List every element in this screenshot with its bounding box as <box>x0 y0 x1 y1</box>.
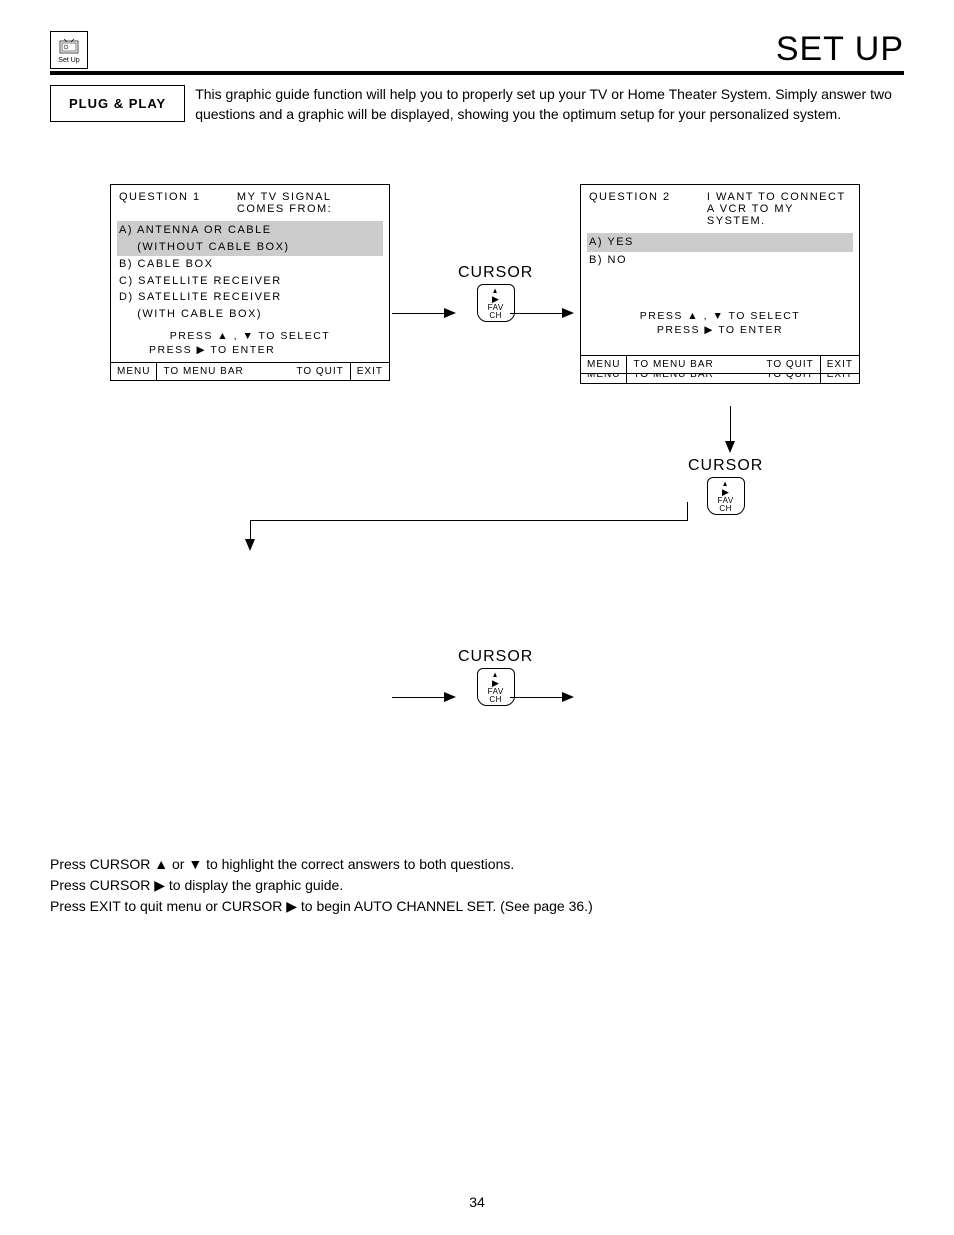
arrow <box>687 502 688 520</box>
page-title: SET UP <box>776 30 904 69</box>
arrow-head <box>562 692 574 702</box>
setup-icon-label: Set Up <box>58 57 79 64</box>
setup-icon: Set Up <box>50 31 88 69</box>
screen-question1: QUESTION 1 MY TV SIGNAL COMES FROM: A) A… <box>110 184 390 381</box>
cursor-label: CURSOR <box>458 648 533 666</box>
arrow-head <box>444 692 456 702</box>
cursor-button-icon: ▶ FAVCH <box>477 284 515 322</box>
arrow <box>250 520 251 540</box>
arrow-head <box>444 308 456 318</box>
section-label: PLUG & PLAY <box>50 85 185 122</box>
flow-diagram: Set Up Custom Video Audio Theater Info M… <box>50 184 904 824</box>
q2-subtitle: I WANT TO CONNECT A VCR TO MY SYSTEM. <box>707 191 851 227</box>
instr-line2: Press CURSOR ▶ to display the graphic gu… <box>50 875 904 896</box>
screen-footer: MENU TO MENU BAR TO QUIT EXIT <box>581 355 859 373</box>
intro-text: This graphic guide function will help yo… <box>195 85 904 124</box>
cursor-button-icon: ▶ FAVCH <box>477 668 515 706</box>
screen-footer: MENU TO MENU BAR TO QUIT EXIT <box>111 362 389 380</box>
q1-press-enter: PRESS ▶ TO ENTER <box>119 344 381 356</box>
header-rule <box>50 71 904 75</box>
q1-opt-a-highlight: A) ANTENNA OR CABLE (WITHOUT CABLE BOX) <box>117 221 383 256</box>
arrow-head <box>562 308 574 318</box>
instructions: Press CURSOR ▲ or ▼ to highlight the cor… <box>50 854 904 917</box>
arrow <box>392 697 445 698</box>
q1-subtitle: MY TV SIGNAL COMES FROM: <box>237 191 381 215</box>
q2-press-enter: PRESS ▶ TO ENTER <box>589 324 851 336</box>
instr-line3: Press EXIT to quit menu or CURSOR ▶ to b… <box>50 896 904 917</box>
q2-opt-a-highlight: A) YES <box>587 233 853 252</box>
arrow <box>730 406 731 442</box>
q1-title: QUESTION 1 <box>119 191 201 215</box>
arrow-head <box>725 441 735 453</box>
tv-setup-glyph <box>58 37 80 57</box>
cursor-block-2: CURSOR ▶ FAVCH <box>688 457 763 515</box>
q1-options: A) ANTENNA OR CABLE (WITHOUT CABLE BOX) … <box>119 221 381 322</box>
page-number: 34 <box>0 1194 954 1210</box>
arrow <box>510 697 563 698</box>
arrow-head <box>245 539 255 551</box>
q2-title: QUESTION 2 <box>589 191 671 227</box>
screen-question2: QUESTION 2 I WANT TO CONNECT A VCR TO MY… <box>580 184 860 374</box>
cursor-label: CURSOR <box>458 264 533 282</box>
arrow <box>510 313 563 314</box>
arrow <box>250 520 688 521</box>
q2-press-select: PRESS ▲ , ▼ TO SELECT <box>589 310 851 322</box>
q1-press-select: PRESS ▲ , ▼ TO SELECT <box>119 330 381 342</box>
q2-options: A) YES B) NO <box>589 233 851 268</box>
cursor-label: CURSOR <box>688 457 763 475</box>
cursor-button-icon: ▶ FAVCH <box>707 477 745 515</box>
instr-line1: Press CURSOR ▲ or ▼ to highlight the cor… <box>50 854 904 875</box>
arrow <box>392 313 445 314</box>
